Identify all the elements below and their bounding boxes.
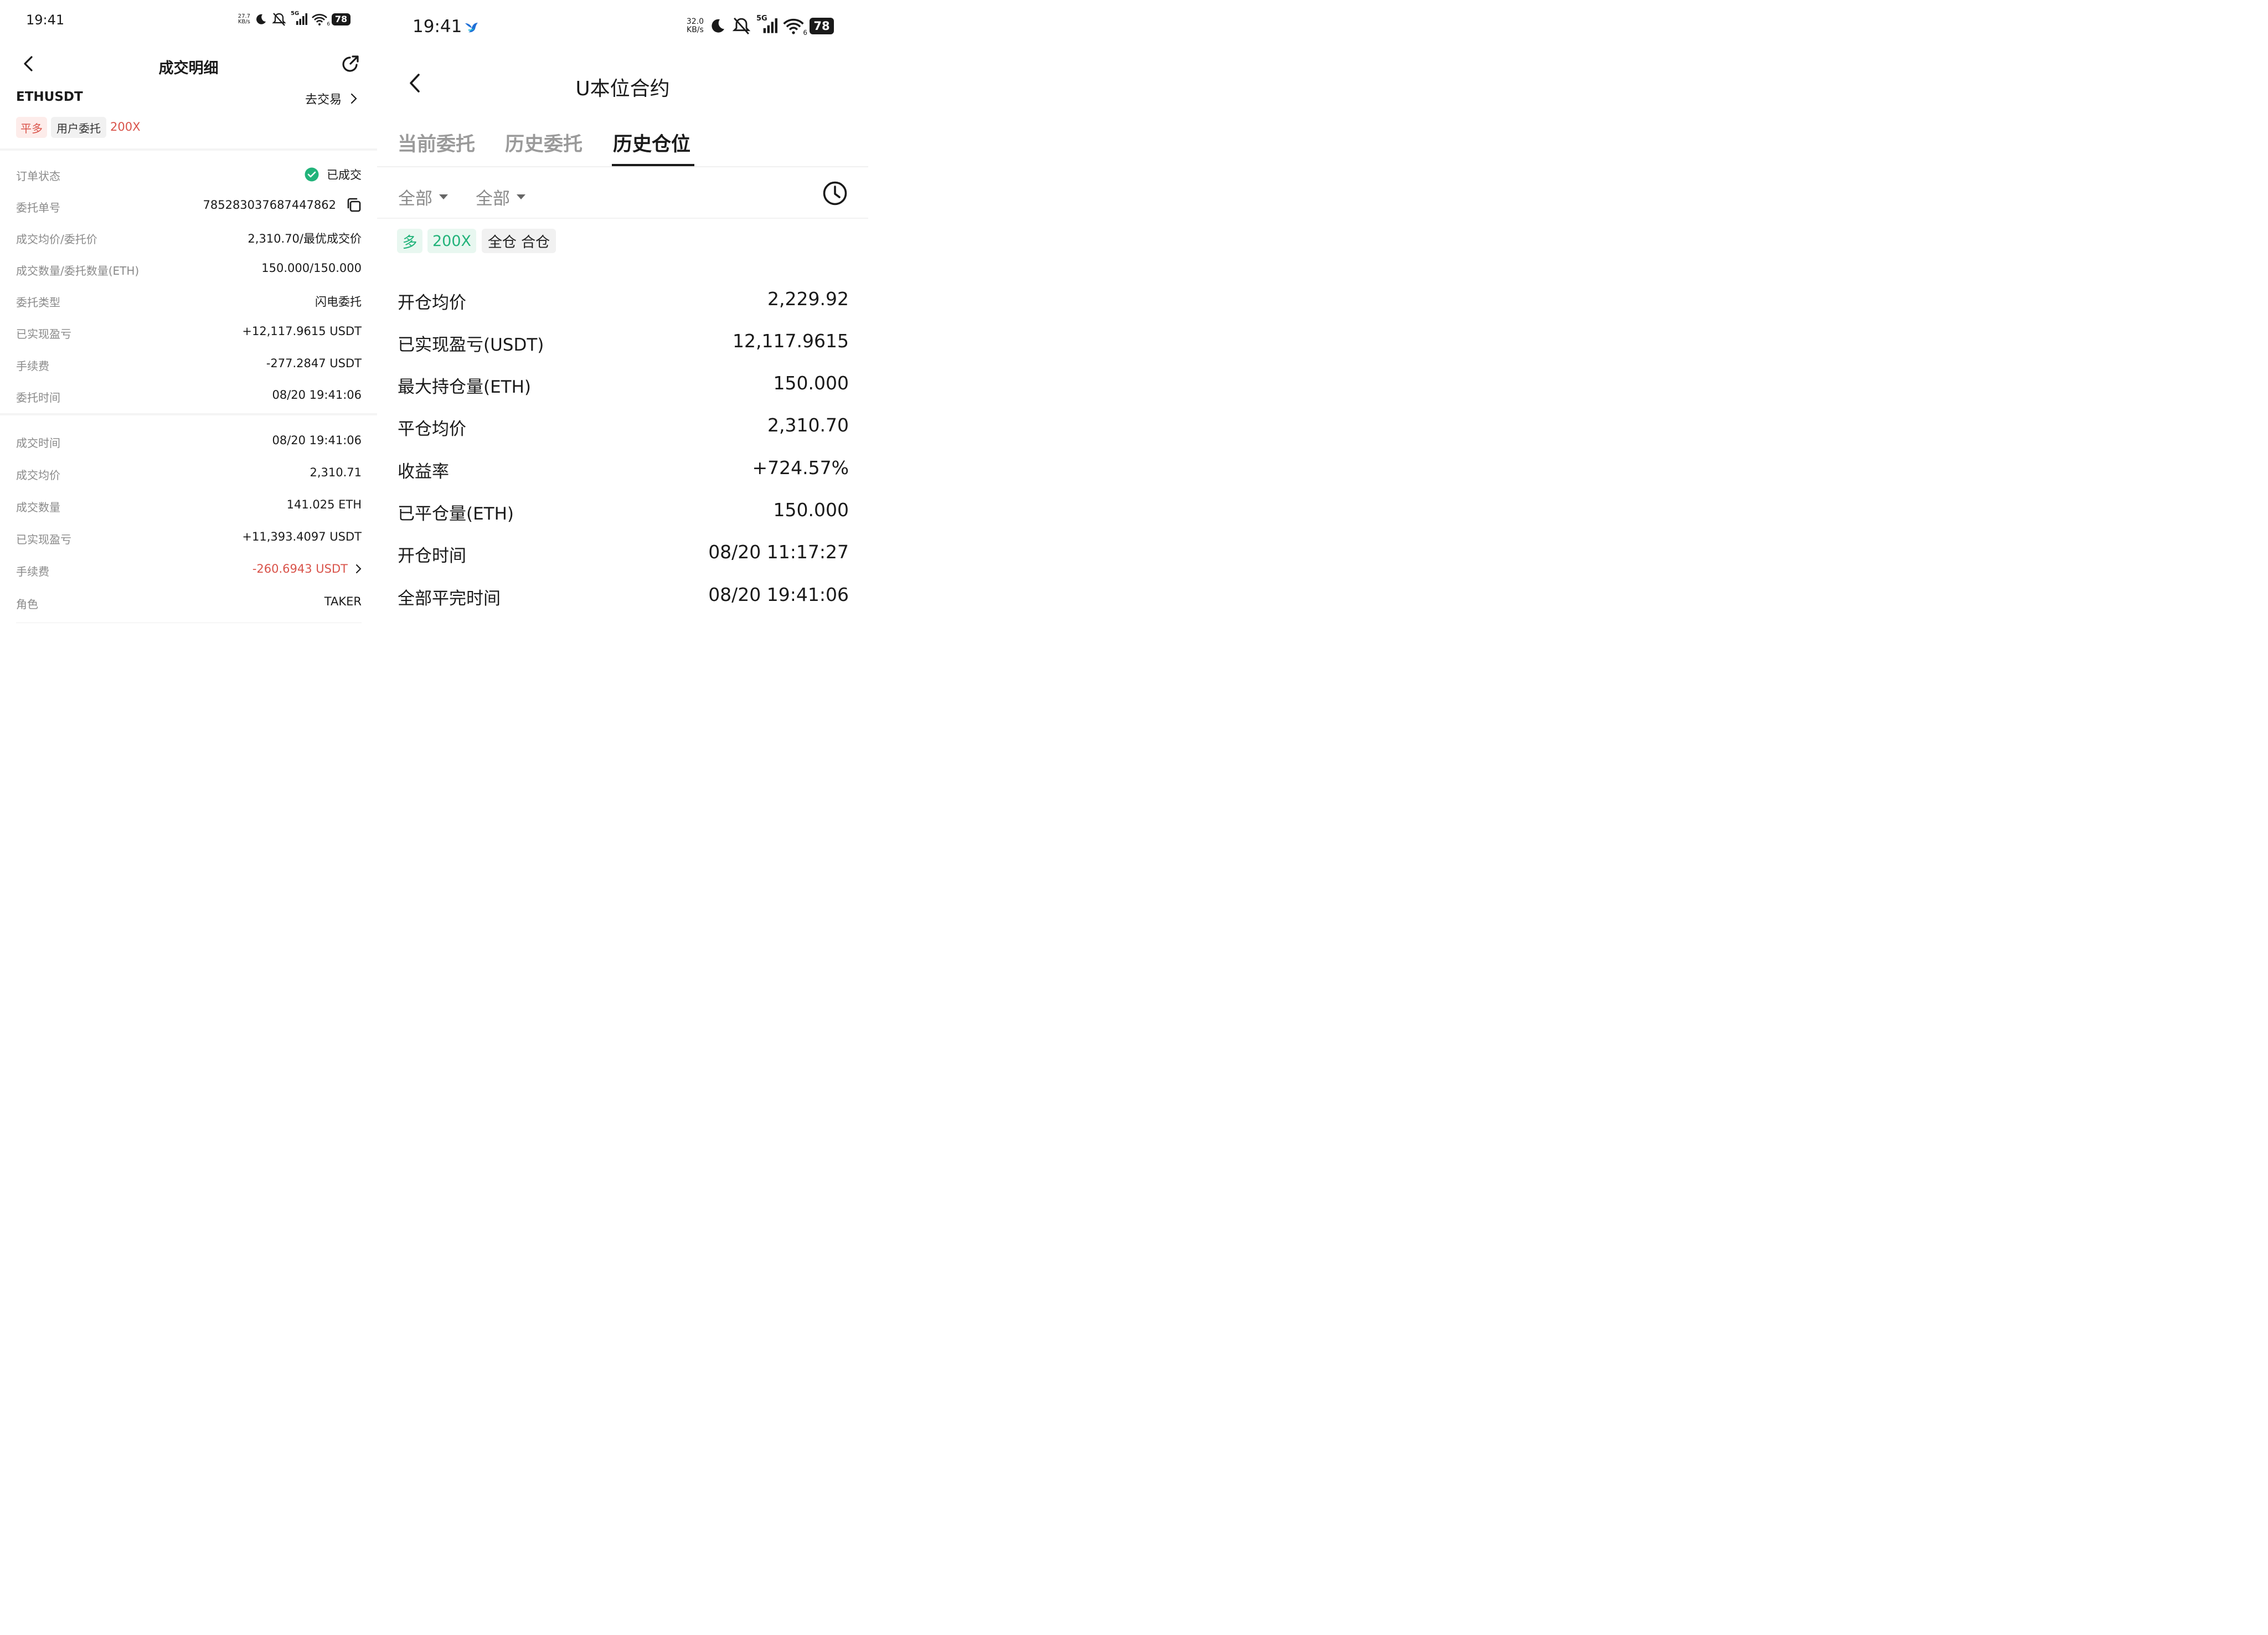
check-circle-icon: [305, 167, 319, 182]
bird-logo-icon: [465, 23, 478, 33]
side-tag: 多: [397, 229, 422, 253]
signal-icon: 5G: [756, 14, 777, 35]
status-icons: 32.0 KB/s 5G 6 78: [686, 14, 834, 37]
row-label: 成交时间: [16, 436, 60, 450]
row-label: 角色: [16, 598, 38, 611]
battery-icon: 78: [810, 18, 834, 34]
network-speed: 27.7 KB/s: [238, 13, 250, 25]
row-label: 委托单号: [16, 201, 60, 214]
tab-order-history[interactable]: 历史委托: [505, 128, 583, 157]
avg-price-value: 2,310.70/最优成交价: [248, 232, 362, 245]
copy-icon[interactable]: [346, 197, 362, 213]
closed-volume-value: 150.000: [773, 499, 849, 521]
signal-icon: 5G: [291, 11, 307, 26]
full-close-time-value: 08/20 19:41:06: [708, 584, 849, 605]
wifi-icon: 6: [311, 13, 330, 27]
fill-quantity-value: 141.025 ETH: [286, 498, 362, 511]
network-speed: 32.0 KB/s: [686, 17, 704, 34]
fee-value: -277.2847 USDT: [266, 357, 362, 370]
direction-tag: 平多: [16, 117, 47, 138]
page-title: 成交明细: [158, 60, 219, 77]
row-label: 开仓时间: [398, 546, 466, 566]
dropdown-triangle-icon: [517, 194, 525, 199]
tab-current-orders[interactable]: 当前委托: [398, 128, 475, 157]
row-label: 已平仓量(ETH): [398, 504, 514, 524]
wifi-icon: 6: [782, 17, 807, 37]
quantity-value: 150.000/150.000: [261, 261, 362, 275]
filter-dropdown-2[interactable]: 全部: [476, 184, 525, 209]
page-title: U本位合约: [575, 78, 670, 100]
filter-divider: [377, 218, 868, 219]
row-label: 最大持仓量(ETH): [398, 377, 532, 397]
leverage-tag: 200X: [427, 229, 476, 253]
max-position-value: 150.000: [773, 372, 849, 394]
history-positions-screen: 19:41 32.0 KB/s 5G 6 78 U本位合约 当前委托 历史委托 …: [377, 0, 868, 626]
leverage-tag: 200X: [110, 120, 141, 133]
close-price-value: 2,310.70: [767, 414, 849, 436]
tab-divider: [377, 166, 868, 167]
fill-pnl-value: +11,393.4097 USDT: [242, 530, 362, 543]
row-label: 已实现盈亏: [16, 533, 71, 546]
order-type-value: 闪电委托: [315, 295, 362, 309]
order-time-value: 08/20 19:41:06: [272, 388, 362, 402]
status-time: 19:41: [413, 17, 462, 37]
row-label: 手续费: [16, 359, 49, 373]
fill-price-value: 2,310.71: [310, 466, 362, 479]
row-label: 成交均价: [16, 469, 60, 482]
margin-mode-tag: 全仓 合仓: [482, 229, 556, 253]
chevron-right-icon: [356, 564, 362, 573]
status-icons: 27.7 KB/s 5G 6 78: [238, 11, 350, 27]
row-label: 收益率: [398, 462, 449, 482]
mute-bell-icon: [732, 17, 751, 35]
entry-price-value: 2,229.92: [767, 288, 849, 310]
fill-time-value: 08/20 19:41:06: [272, 434, 362, 447]
row-label: 成交数量: [16, 501, 60, 514]
row-label: 委托时间: [16, 391, 60, 404]
chevron-right-icon: [350, 93, 357, 104]
order-type-tag: 用户委托: [51, 117, 106, 138]
row-label: 已实现盈亏(USDT): [398, 335, 544, 355]
order-number: 785283037687447862: [203, 197, 362, 213]
open-time-value: 08/20 11:17:27: [708, 541, 849, 563]
go-trade-link[interactable]: 去交易: [305, 90, 357, 107]
dropdown-triangle-icon: [439, 194, 448, 199]
section-divider: [0, 413, 377, 415]
row-label: 全部平完时间: [398, 589, 501, 609]
battery-icon: 78: [332, 13, 350, 25]
order-status: 已成交: [305, 166, 362, 183]
row-label: 订单状态: [16, 169, 60, 183]
role-value: TAKER: [324, 595, 362, 608]
section-divider: [0, 148, 377, 151]
realized-pnl-value: +12,117.9615 USDT: [242, 325, 362, 338]
row-label: 成交均价/委托价: [16, 233, 97, 246]
row-label: 成交数量/委托数量(ETH): [16, 264, 140, 277]
trade-detail-screen: 19:41 27.7 KB/s 5G 6 78 成交明细 ETHUSDT 去交易…: [0, 0, 377, 626]
tab-position-history[interactable]: 历史仓位: [613, 128, 690, 157]
moon-icon: [712, 19, 724, 33]
status-time: 19:41: [26, 12, 65, 28]
share-icon[interactable]: [339, 54, 360, 75]
mute-bell-icon: [272, 13, 286, 26]
row-label: 开仓均价: [398, 293, 466, 313]
row-label: 委托类型: [16, 296, 60, 309]
roi-value: +724.57%: [752, 457, 849, 479]
row-label: 平仓均价: [398, 419, 466, 439]
filter-dropdown-1[interactable]: 全部: [398, 184, 448, 209]
fill-fee-link[interactable]: -260.6943 USDT: [252, 562, 362, 575]
clock-icon[interactable]: [822, 181, 848, 206]
pair-symbol: ETHUSDT: [16, 90, 83, 104]
row-label: 手续费: [16, 565, 49, 578]
row-label: 已实现盈亏: [16, 327, 71, 341]
realized-pnl-value: 12,117.9615: [733, 330, 849, 352]
moon-icon: [256, 14, 266, 24]
